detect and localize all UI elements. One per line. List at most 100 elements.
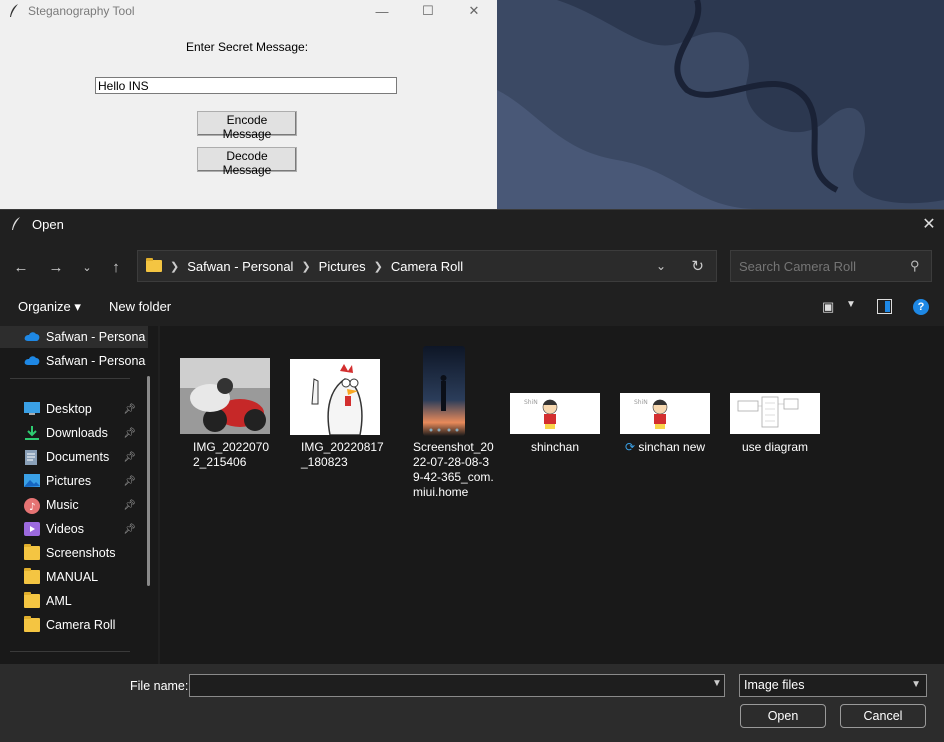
file-name: sinchan new (638, 440, 706, 454)
nav-divider (10, 651, 130, 652)
onedrive-icon (24, 330, 40, 344)
search-input[interactable] (730, 250, 932, 282)
folder-icon (24, 544, 40, 560)
videos-icon (24, 522, 40, 536)
preview-pane-icon[interactable] (877, 299, 892, 314)
file-name-chevron-down-icon[interactable]: ▼ (712, 678, 722, 689)
nav-item-label: Documents (46, 450, 110, 464)
search-icon[interactable]: ⚲ (910, 258, 920, 274)
nav-item-aml[interactable]: AML (0, 590, 148, 612)
pictures-icon (24, 474, 40, 488)
nav-item-downloads[interactable]: Downloads 📌︎ (0, 422, 148, 444)
navigation-row: ← → ⌄ ↑ ❯ Safwan - Personal ❯ Pictures ❯… (0, 250, 944, 284)
maximize-icon: ☐ (422, 3, 434, 18)
cancel-button[interactable]: Cancel (840, 704, 926, 728)
onedrive-icon (24, 354, 40, 368)
nav-item-desktop[interactable]: Desktop 📌︎ (0, 398, 148, 420)
nav-item-label: Safwan - Persona (46, 354, 146, 368)
breadcrumb-pictures[interactable]: Pictures (319, 259, 366, 274)
minimize-icon: — (375, 3, 389, 19)
help-icon[interactable]: ? (913, 299, 929, 315)
pin-icon: 📌︎ (123, 523, 136, 535)
file-name: IMG_20220702_215406 (193, 440, 270, 469)
file-list: IMG_20220702_215406 IMG_20220817_180823 (160, 326, 944, 664)
close-icon: ✕ (468, 3, 480, 18)
back-arrow-icon[interactable]: ← (11, 257, 31, 277)
folder-icon (24, 592, 40, 608)
thumbnail-image (423, 346, 465, 436)
nav-item-label: Desktop (46, 402, 92, 416)
nav-scrollbar[interactable] (147, 376, 150, 586)
music-icon: ♪ (24, 498, 40, 514)
file-name: use diagram (741, 440, 809, 454)
secret-message-input[interactable] (95, 77, 397, 94)
pin-icon: 📌︎ (123, 451, 136, 463)
file-name-row: ⟳ sinchan new (617, 440, 713, 455)
pin-icon: 📌︎ (123, 427, 136, 439)
folder-icon (146, 258, 162, 272)
dialog-close-icon[interactable]: ✕ (914, 214, 944, 234)
breadcrumb-chevron-icon: ❯ (170, 260, 180, 273)
feather-icon (10, 4, 18, 17)
minimize-button[interactable]: — (359, 0, 405, 22)
new-folder-button[interactable]: New folder (109, 299, 171, 314)
breadcrumb-chevron-icon: ❯ (373, 260, 383, 273)
file-name-input[interactable] (189, 674, 725, 697)
view-chevron-down-icon[interactable]: ▼ (846, 299, 856, 310)
nav-item-label: MANUAL (46, 570, 99, 584)
nav-item-pictures[interactable]: Pictures 📌︎ (0, 470, 148, 492)
nav-item-videos[interactable]: Videos 📌︎ (0, 518, 148, 540)
view-mode-icon[interactable]: ▣ (822, 299, 834, 315)
tk-window-title: Steganography Tool (28, 4, 135, 18)
refresh-icon[interactable]: ↻ (691, 257, 704, 275)
thumbnail-image: ShiN (510, 393, 600, 434)
dialog-title-bar: Open ✕ (0, 210, 944, 238)
desktop-icon (24, 402, 40, 416)
open-file-dialog: Open ✕ ← → ⌄ ↑ ❯ Safwan - Personal ❯ Pic… (0, 209, 944, 742)
pin-icon: 📌︎ (123, 403, 136, 415)
file-type-select[interactable]: Image files ▼ (739, 674, 927, 697)
forward-arrow-icon[interactable]: → (46, 257, 66, 277)
file-type-value: Image files (744, 678, 805, 692)
nav-item-music[interactable]: ♪ Music 📌︎ (0, 494, 148, 516)
maximize-button[interactable]: ☐ (405, 0, 451, 22)
thumbnail-image (730, 393, 820, 434)
pin-icon: 📌︎ (123, 475, 136, 487)
chevron-down-icon: ▼ (911, 679, 921, 690)
breadcrumb-chevron-icon: ❯ (301, 260, 311, 273)
open-button[interactable]: Open (740, 704, 826, 728)
feather-icon (12, 217, 20, 230)
nav-divider (10, 378, 130, 379)
navigation-pane: Safwan - Persona Safwan - Persona Deskto… (0, 326, 158, 664)
file-name: IMG_20220817_180823 (301, 440, 384, 469)
nav-item-documents[interactable]: Documents 📌︎ (0, 446, 148, 468)
nav-item-screenshots[interactable]: Screenshots (0, 542, 148, 564)
close-button[interactable]: ✕ (451, 0, 497, 22)
up-arrow-icon[interactable]: ↑ (106, 257, 126, 277)
secret-message-label: Enter Secret Message: (185, 40, 309, 54)
svg-text:♪: ♪ (29, 502, 35, 513)
nav-item-manual[interactable]: MANUAL (0, 566, 148, 588)
folder-icon (24, 568, 40, 584)
encode-message-button[interactable]: Encode Message (197, 111, 297, 141)
documents-icon (24, 450, 40, 465)
tk-title-bar: Steganography Tool — ☐ ✕ (0, 0, 497, 22)
file-name-label: File name: (130, 679, 189, 693)
address-bar[interactable]: ❯ Safwan - Personal ❯ Pictures ❯ Camera … (137, 250, 717, 282)
command-bar: Organize ▾ New folder ▣ ▼ ? (0, 299, 944, 321)
organize-menu[interactable]: Organize ▾ (18, 299, 81, 315)
recent-chevron-down-icon[interactable]: ⌄ (77, 257, 97, 277)
nav-item-onedrive-2[interactable]: Safwan - Persona (0, 350, 148, 372)
decode-message-button[interactable]: Decode Message (197, 147, 297, 177)
nav-item-label: Music (46, 498, 79, 512)
thumbnail-image (290, 359, 380, 435)
nav-item-camera-roll[interactable]: Camera Roll (0, 614, 148, 636)
breadcrumb-camera-roll[interactable]: Camera Roll (391, 259, 463, 274)
breadcrumb-safwan-personal[interactable]: Safwan - Personal (187, 259, 293, 274)
nav-item-label: Downloads (46, 426, 108, 440)
nav-item-onedrive-1[interactable]: Safwan - Persona (0, 326, 148, 348)
nav-item-label: Pictures (46, 474, 92, 488)
nav-item-label: AML (46, 594, 72, 608)
address-dropdown-chevron-icon[interactable]: ⌄ (656, 259, 666, 273)
sync-icon: ⟳ (624, 440, 635, 454)
